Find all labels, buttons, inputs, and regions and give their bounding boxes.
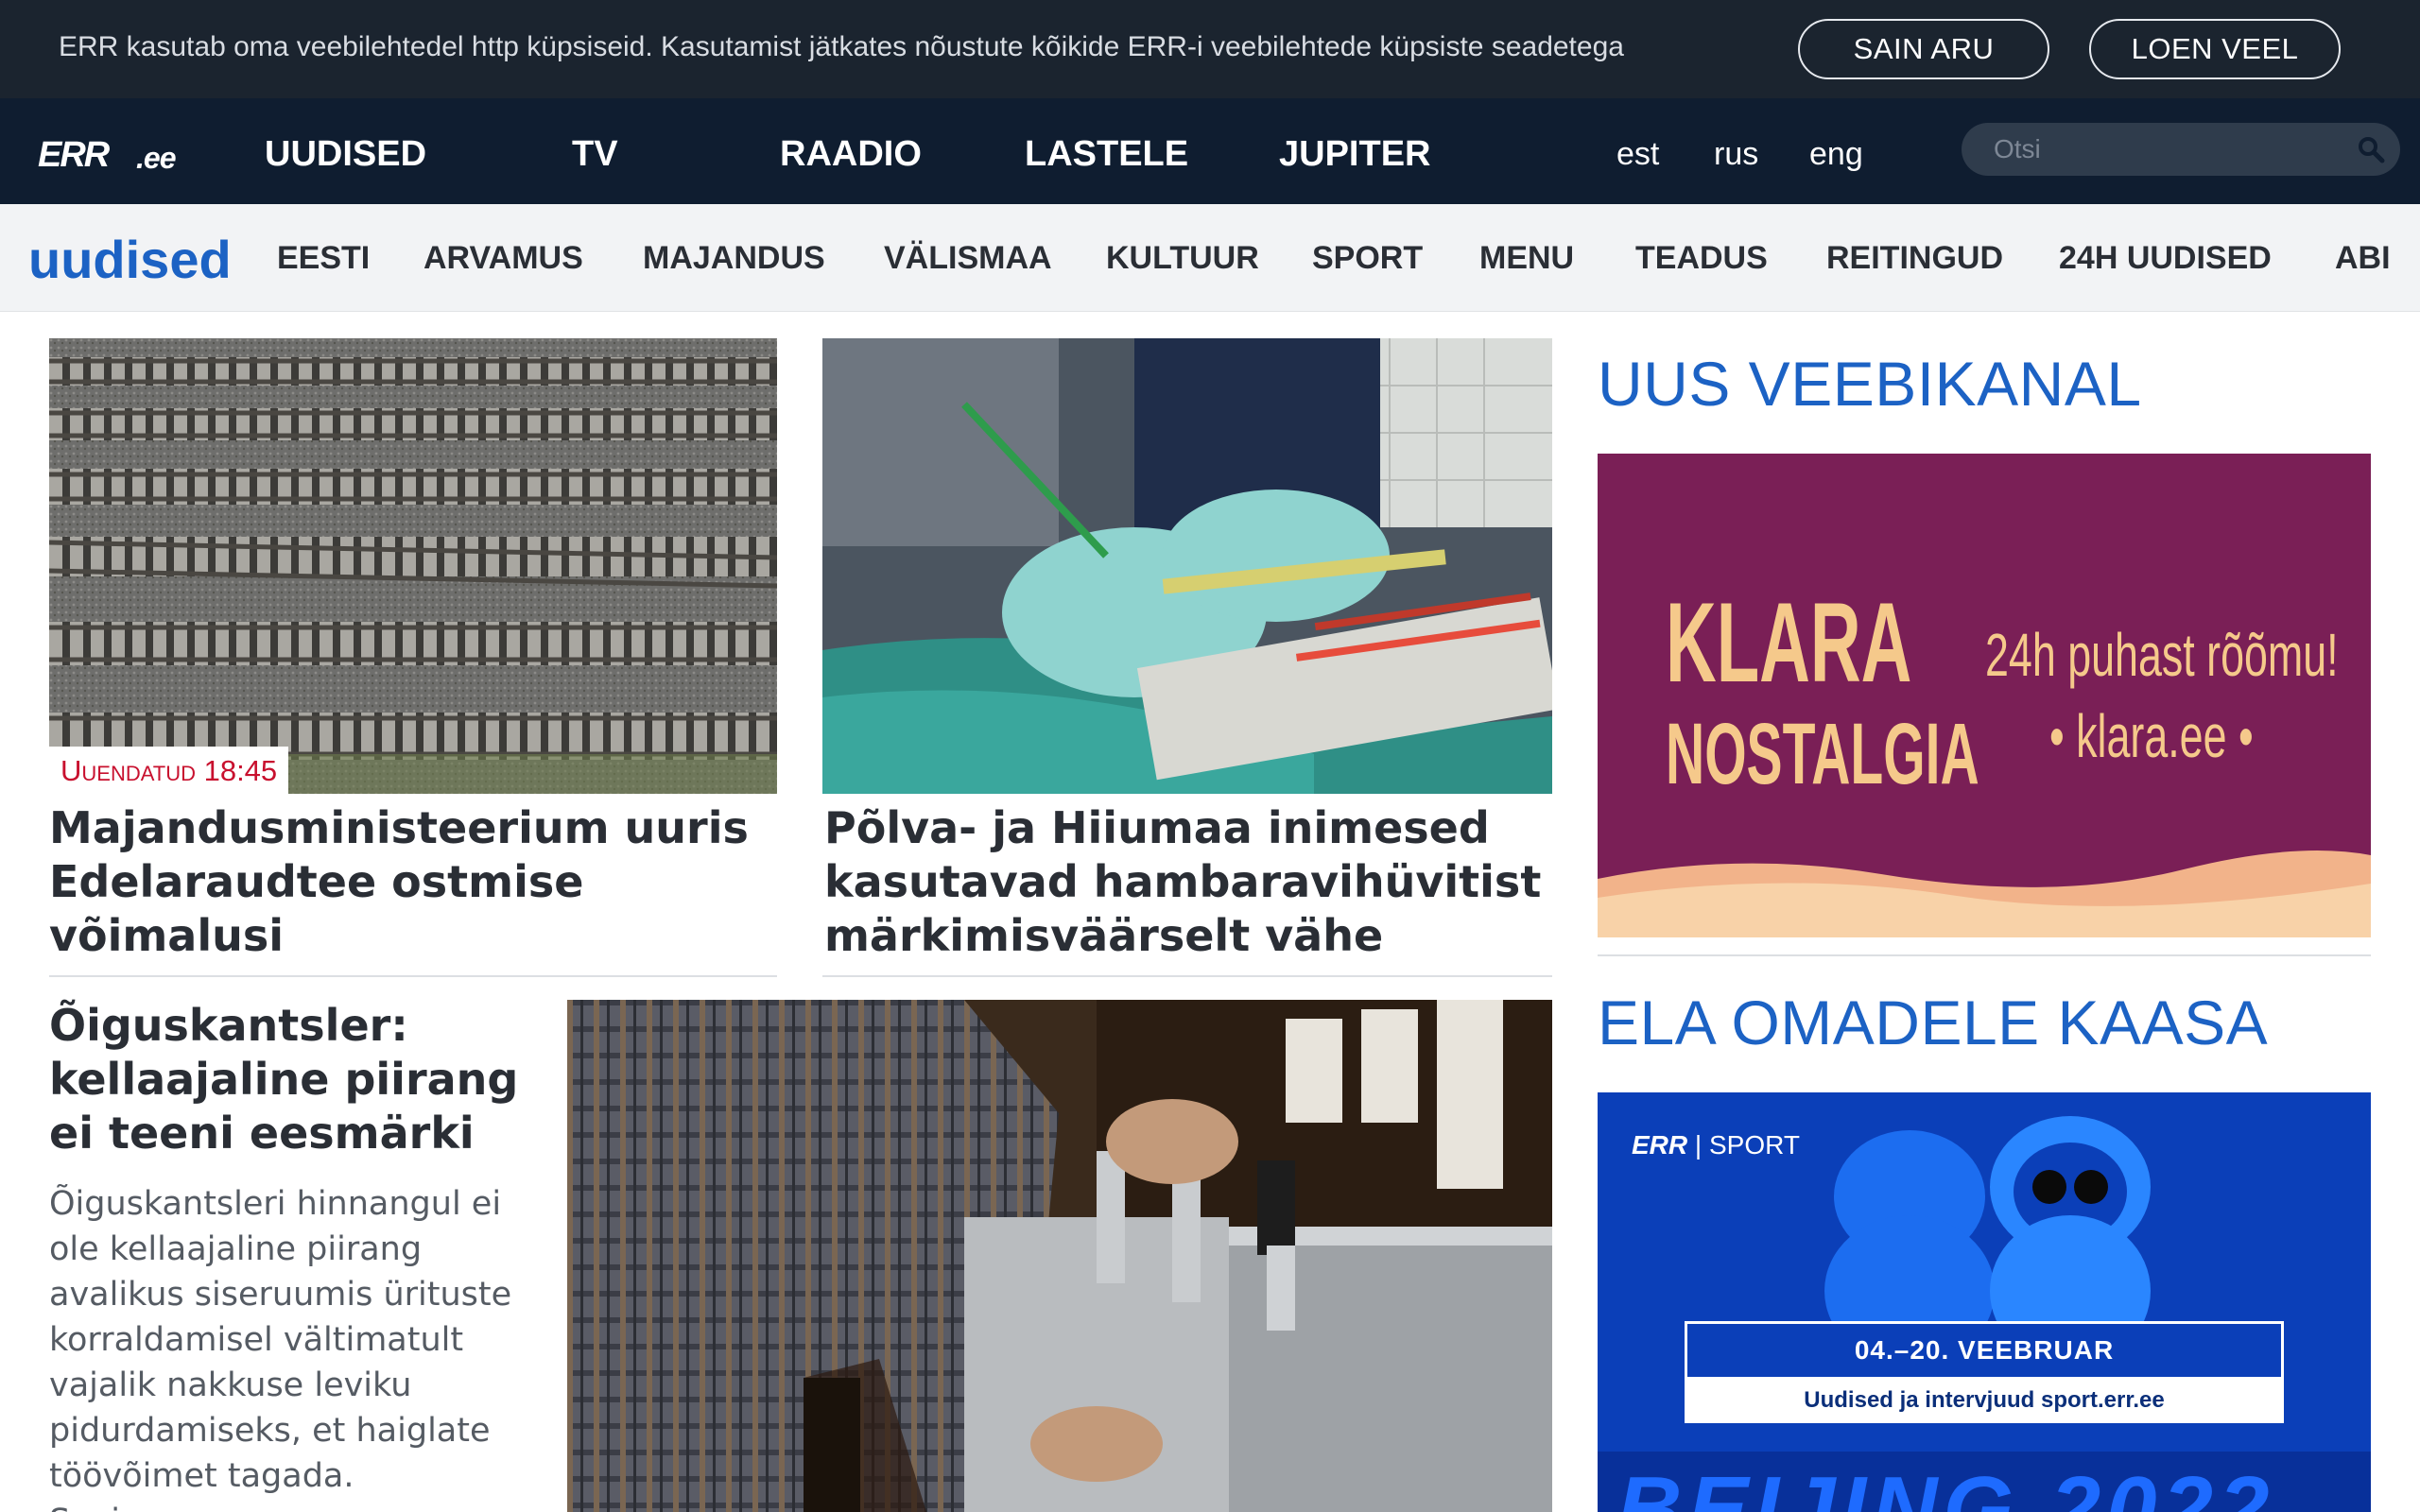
err-logo-icon: ERR bbox=[38, 135, 112, 175]
updated-badge: Uuendatud 18:45 bbox=[49, 747, 289, 794]
subnav-majandus[interactable]: MAJANDUS bbox=[643, 240, 825, 277]
sport-logo-label: SPORT bbox=[1708, 1130, 1800, 1160]
nav-lastele[interactable]: LASTELE bbox=[1025, 134, 1188, 175]
subnav-reitingud[interactable]: REITINGUD bbox=[1826, 240, 2003, 277]
subnav-kultuur[interactable]: KULTUUR bbox=[1106, 240, 1259, 277]
article-image-railway[interactable] bbox=[49, 338, 777, 794]
subnav-arvamus[interactable]: ARVAMUS bbox=[424, 240, 583, 277]
subnav-sport[interactable]: SPORT bbox=[1312, 240, 1423, 277]
promo-title: ELA OMADELE KAASA bbox=[1598, 988, 2269, 1057]
err-sport-beijing-banner[interactable]: ERR | SPORT 04.–20. VEEBRUAR Uudised ja … bbox=[1598, 1092, 2371, 1512]
beijing-wordmark: BEIJING 2022 bbox=[1616, 1458, 2275, 1512]
sport-tagline: Uudised ja intervjuud sport.err.ee bbox=[1685, 1378, 2284, 1423]
klara-title: KLARA bbox=[1666, 579, 1912, 706]
railway-tracks-image bbox=[49, 338, 777, 794]
search-box bbox=[1962, 123, 2400, 176]
svg-text:ERR: ERR bbox=[38, 138, 111, 172]
search-icon[interactable] bbox=[2357, 135, 2385, 163]
nav-uudised[interactable]: UUDISED bbox=[265, 134, 426, 175]
divider bbox=[1598, 954, 2371, 956]
sport-dates: 04.–20. VEEBRUAR bbox=[1685, 1321, 2284, 1380]
sport-logo-err: ERR bbox=[1632, 1130, 1688, 1160]
dentist-image bbox=[822, 338, 1552, 794]
section-title[interactable]: uudised bbox=[28, 229, 232, 290]
lang-eng[interactable]: eng bbox=[1809, 136, 1863, 173]
klara-subtitle: NOSTALGIA bbox=[1666, 706, 1979, 802]
nav-raadio[interactable]: RAADIO bbox=[780, 134, 922, 175]
cookie-text: ERR kasutab oma veebilehtedel http küpsi… bbox=[59, 31, 1624, 62]
divider bbox=[49, 975, 777, 977]
klara-url: • klara.ee • bbox=[2049, 702, 2254, 770]
subnav-eesti[interactable]: EESTI bbox=[277, 240, 370, 277]
article-headline[interactable]: Majandusministeerium uuris Edelaraudtee … bbox=[49, 801, 777, 963]
lang-rus[interactable]: rus bbox=[1714, 136, 1758, 173]
subnav-abi[interactable]: ABI bbox=[2335, 240, 2391, 277]
section-navigation: uudised EESTI ARVAMUS MAJANDUS VÄLISMAA … bbox=[0, 204, 2420, 312]
lang-est[interactable]: est bbox=[1616, 136, 1659, 173]
subnav-24h-uudised[interactable]: 24H UUDISED bbox=[2059, 240, 2272, 277]
article-headline[interactable]: Põlva- ja Hiiumaa inimesed kasutavad ham… bbox=[824, 801, 1552, 963]
article-image-beer-tap[interactable] bbox=[567, 1000, 1552, 1512]
cookie-read-more-button[interactable]: LOEN VEEL bbox=[2089, 19, 2341, 79]
article-image-dentist[interactable] bbox=[822, 338, 1552, 794]
subnav-teadus[interactable]: TEADUS bbox=[1635, 240, 1768, 277]
nav-jupiter[interactable]: JUPITER bbox=[1279, 134, 1430, 175]
subnav-menu[interactable]: MENU bbox=[1479, 240, 1574, 277]
beer-tap-image bbox=[567, 1000, 1552, 1512]
nav-tv[interactable]: TV bbox=[572, 134, 618, 175]
klara-nostalgia-banner[interactable]: KLARA NOSTALGIA 24h puhast rõõmu! • klar… bbox=[1598, 454, 2371, 937]
klara-slogan: 24h puhast rõõmu! bbox=[1985, 621, 2339, 689]
article-lead: Õiguskantsleri hinnangul ei ole kellaaja… bbox=[49, 1185, 512, 1512]
search-input[interactable] bbox=[1994, 132, 2334, 166]
cookie-accept-button[interactable]: SAIN ARU bbox=[1798, 19, 2049, 79]
cookie-banner: ERR kasutab oma veebilehtedel http küpsi… bbox=[0, 0, 2420, 98]
divider bbox=[822, 975, 1552, 977]
err-logo[interactable]: ERR .ee bbox=[38, 132, 176, 178]
err-sport-logo: ERR | SPORT bbox=[1632, 1130, 1800, 1160]
subnav-valismaa[interactable]: VÄLISMAA bbox=[884, 240, 1052, 277]
promo-title: UUS VEEBIKANAL bbox=[1598, 349, 2142, 419]
main-navigation: ERR .ee UUDISED TV RAADIO LASTELE JUPITE… bbox=[0, 98, 2420, 204]
article-headline[interactable]: Õiguskantsler: kellaajaline piirang ei t… bbox=[49, 999, 541, 1160]
logo-suffix: .ee bbox=[136, 141, 176, 175]
